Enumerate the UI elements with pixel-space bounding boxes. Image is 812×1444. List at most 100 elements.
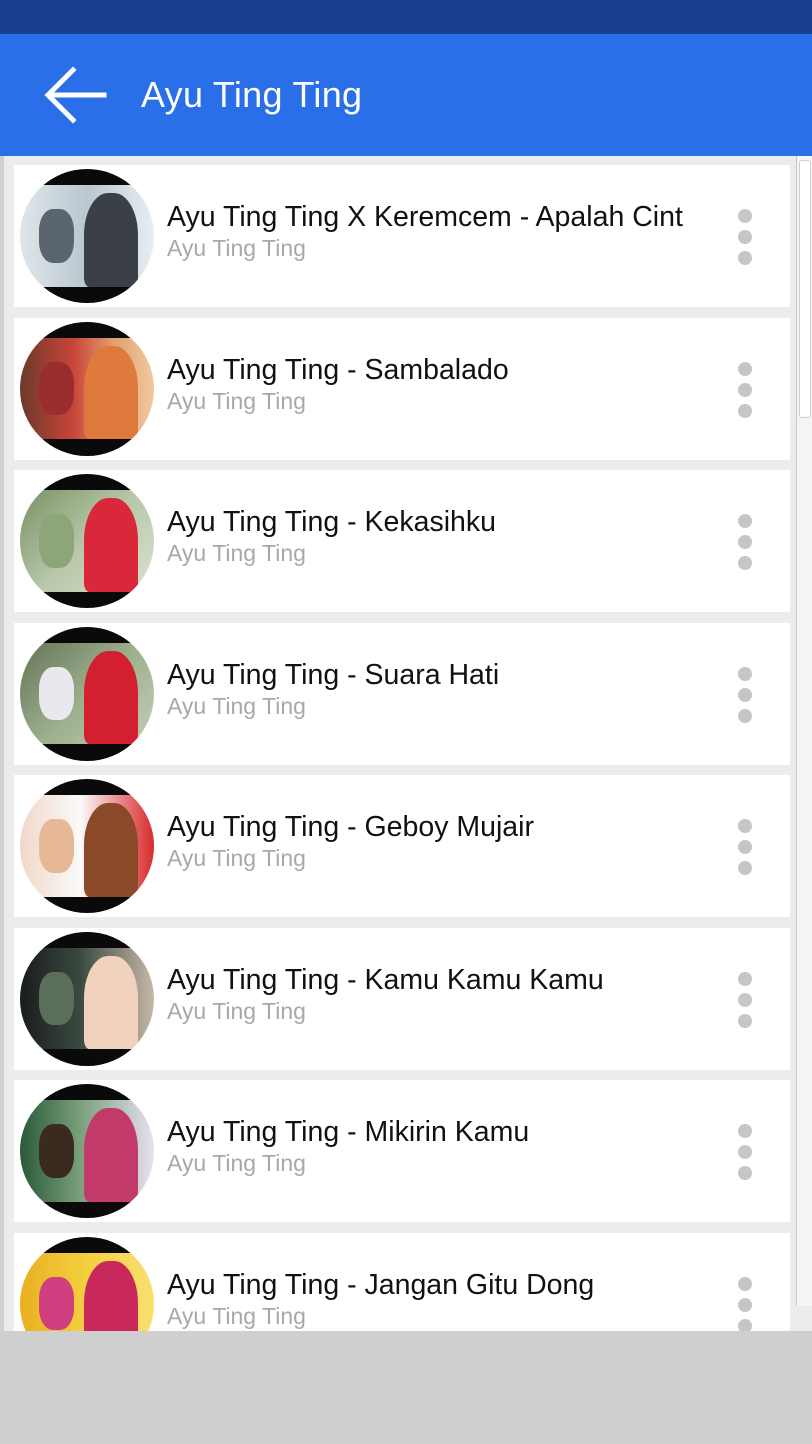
- song-title: Ayu Ting Ting - Mikirin Kamu: [167, 1116, 530, 1148]
- menu-dot: [738, 1297, 752, 1312]
- song-thumbnail: [20, 779, 154, 913]
- thumbnail-figure: [84, 345, 138, 440]
- menu-dot: [738, 403, 752, 418]
- song-thumbnail: [20, 626, 154, 761]
- list-item[interactable]: Ayu Ting Ting - Sambalado Ayu Ting Ting: [14, 317, 790, 460]
- more-vert-icon[interactable]: [730, 1122, 760, 1182]
- thumbnail-detail: [38, 209, 74, 263]
- thumbnail-letterbox: [20, 321, 154, 338]
- more-vert-icon[interactable]: [730, 665, 760, 725]
- song-thumbnail: [20, 931, 154, 1066]
- song-title: Ayu Ting Ting - Jangan Gitu Dong: [167, 1268, 595, 1301]
- menu-dot: [738, 1124, 752, 1138]
- thumbnail-letterbox: [20, 591, 154, 608]
- thumbnail-letterbox: [20, 439, 154, 456]
- thumbnail-detail: [38, 819, 74, 873]
- menu-dot: [738, 666, 752, 681]
- menu-dot: [738, 1145, 752, 1159]
- list-item[interactable]: Ayu Ting Ting - Geboy Mujair Ayu Ting Tin…: [14, 775, 790, 917]
- menu-dot: [738, 514, 752, 528]
- song-thumbnail: [20, 1084, 154, 1218]
- thumbnail-figure: [84, 498, 138, 592]
- thumbnail-detail: [38, 971, 74, 1026]
- song-thumbnail: [20, 169, 154, 303]
- scrollbar[interactable]: [796, 156, 812, 1306]
- list-item[interactable]: Ayu Ting Ting - Suara Hati Ayu Ting Ting: [14, 622, 790, 765]
- song-text: Ayu Ting Ting - Kamu Kamu Kamu Ayu Ting T…: [167, 962, 737, 1026]
- thumbnail-figure: [84, 955, 138, 1050]
- menu-dot: [738, 251, 752, 265]
- list-item[interactable]: Ayu Ting Ting - Mikirin Kamu Ayu Ting Tin…: [14, 1080, 790, 1222]
- song-artist: Ayu Ting Ting: [167, 1150, 306, 1176]
- menu-dot: [738, 230, 752, 244]
- song-text: Ayu Ting Ting - Mikirin Kamu Ayu Ting Tin…: [167, 1114, 737, 1178]
- more-vert-icon[interactable]: [730, 360, 760, 420]
- thumbnail-letterbox: [20, 1236, 154, 1253]
- thumbnail-letterbox: [20, 779, 154, 796]
- song-title: Ayu Ting Ting X Keremcem - Apalah Cint: [167, 201, 683, 233]
- song-list: Ayu Ting Ting X Keremcem - Apalah Cint Ay…: [14, 165, 790, 1331]
- thumbnail-letterbox: [20, 626, 154, 643]
- more-vert-icon[interactable]: [730, 207, 760, 267]
- thumbnail-figure: [84, 193, 138, 287]
- list-item[interactable]: Ayu Ting Ting - Kekasihku Ayu Ting Ting: [14, 470, 790, 612]
- menu-dot: [738, 556, 752, 570]
- song-title: Ayu Ting Ting - Suara Hati: [167, 658, 500, 691]
- thumbnail-letterbox: [20, 1201, 154, 1218]
- menu-dot: [738, 971, 752, 986]
- menu-dot: [738, 861, 752, 875]
- menu-dot: [738, 840, 752, 854]
- song-text: Ayu Ting Ting - Kekasihku Ayu Ting Ting: [167, 504, 737, 568]
- thumbnail-letterbox: [20, 169, 154, 186]
- more-vert-icon[interactable]: [730, 817, 760, 877]
- thumbnail-letterbox: [20, 931, 154, 948]
- menu-dot: [738, 535, 752, 549]
- menu-dot: [738, 209, 752, 223]
- song-title: Ayu Ting Ting - Sambalado: [167, 353, 509, 386]
- menu-dot: [738, 687, 752, 702]
- song-artist: Ayu Ting Ting: [167, 387, 306, 414]
- scrollbar-thumb[interactable]: [799, 160, 811, 418]
- menu-dot: [738, 1166, 752, 1180]
- song-text: Ayu Ting Ting - Suara Hati Ayu Ting Ting: [167, 657, 737, 721]
- song-thumbnail: [20, 474, 154, 608]
- thumbnail-figure: [84, 650, 138, 745]
- thumbnail-letterbox: [20, 744, 154, 761]
- menu-dot: [738, 1318, 752, 1331]
- thumbnail-detail: [38, 1276, 74, 1331]
- song-artist: Ayu Ting Ting: [167, 540, 306, 566]
- list-item[interactable]: Ayu Ting Ting - Kamu Kamu Kamu Ayu Ting T…: [14, 927, 790, 1070]
- back-button[interactable]: [30, 50, 120, 140]
- menu-dot: [738, 708, 752, 723]
- app-bar: Ayu Ting Ting: [0, 34, 812, 156]
- bottom-panel: [0, 1331, 812, 1444]
- thumbnail-detail: [38, 361, 74, 416]
- more-vert-icon[interactable]: [730, 512, 760, 572]
- menu-dot: [738, 819, 752, 833]
- song-artist: Ayu Ting Ting: [167, 1302, 306, 1329]
- menu-dot: [738, 361, 752, 376]
- list-item[interactable]: Ayu Ting Ting - Jangan Gitu Dong Ayu Ting…: [14, 1232, 790, 1331]
- menu-dot: [738, 1013, 752, 1028]
- song-thumbnail: [20, 321, 154, 456]
- arrow-left-icon: [44, 66, 107, 124]
- song-text: Ayu Ting Ting - Sambalado Ayu Ting Ting: [167, 352, 737, 416]
- song-artist: Ayu Ting Ting: [167, 997, 306, 1024]
- thumbnail-detail: [38, 1124, 74, 1178]
- list-item[interactable]: Ayu Ting Ting X Keremcem - Apalah Cint Ay…: [14, 165, 790, 307]
- menu-dot: [738, 382, 752, 397]
- song-thumbnail: [20, 1236, 154, 1331]
- thumbnail-figure: [84, 1260, 138, 1331]
- song-text: Ayu Ting Ting - Jangan Gitu Dong Ayu Ting…: [167, 1267, 737, 1331]
- more-vert-icon[interactable]: [730, 970, 760, 1030]
- page-title: Ayu Ting Ting: [141, 74, 363, 115]
- thumbnail-letterbox: [20, 1084, 154, 1101]
- thumbnail-detail: [38, 514, 74, 568]
- song-artist: Ayu Ting Ting: [167, 845, 306, 871]
- menu-dot: [738, 1276, 752, 1291]
- song-list-container[interactable]: Ayu Ting Ting X Keremcem - Apalah Cint Ay…: [4, 156, 812, 1331]
- more-vert-icon[interactable]: [730, 1275, 760, 1331]
- song-text: Ayu Ting Ting X Keremcem - Apalah Cint Ay…: [167, 199, 737, 263]
- thumbnail-detail: [38, 666, 74, 721]
- menu-dot: [738, 992, 752, 1007]
